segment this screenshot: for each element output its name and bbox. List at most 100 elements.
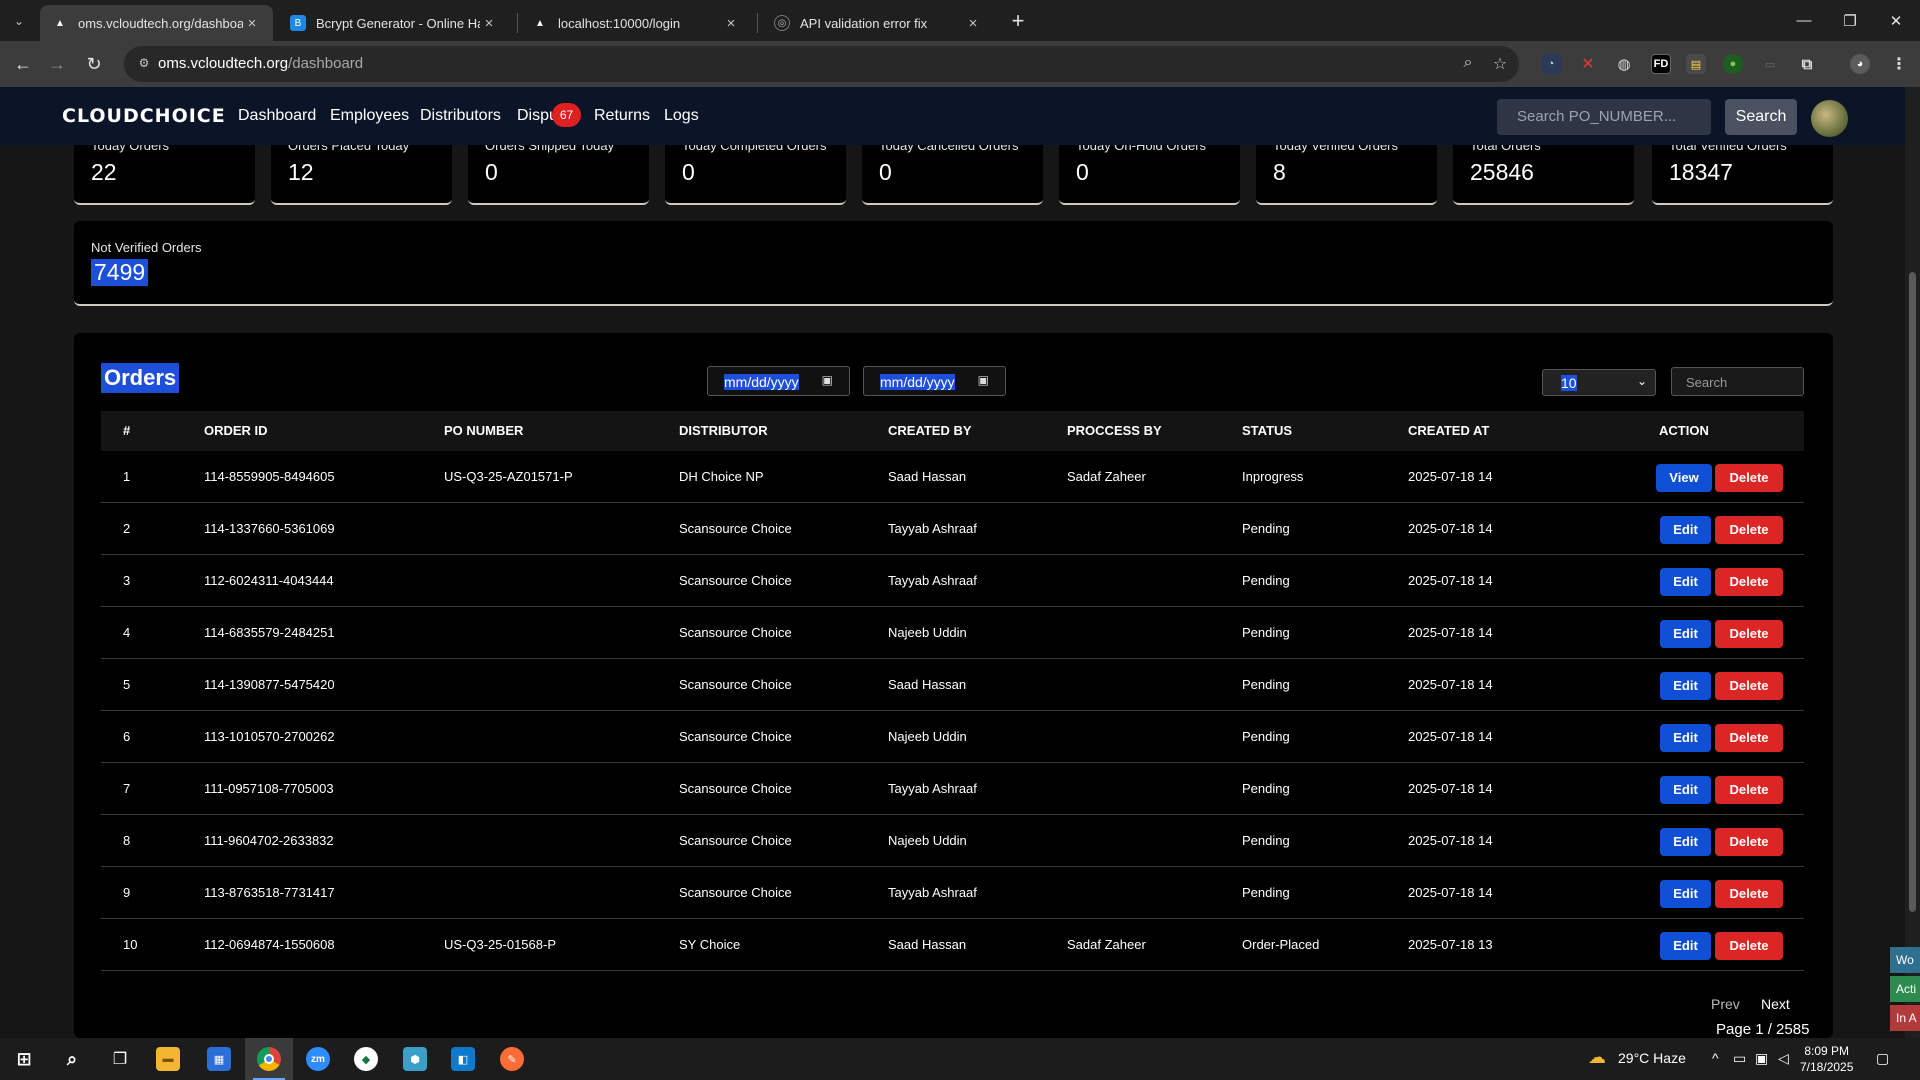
extension-glasses-icon[interactable]: ◔ xyxy=(1541,54,1561,74)
new-tab-plus-icon[interactable]: + xyxy=(1004,8,1032,36)
weather-text[interactable]: 29°C Haze xyxy=(1618,1050,1686,1066)
edit-button[interactable]: Edit xyxy=(1660,828,1711,856)
next-page-button[interactable]: Next xyxy=(1749,990,1802,1019)
tab-search-chevron-icon[interactable]: ⌄ xyxy=(7,9,31,33)
extension-image-icon[interactable]: ▤ xyxy=(1686,54,1706,74)
close-tab-icon[interactable]: × xyxy=(243,15,261,32)
store-icon[interactable]: ▦ xyxy=(195,1038,243,1080)
po-number-search-input[interactable]: Search PO_NUMBER... xyxy=(1497,99,1711,135)
page-scrollbar[interactable] xyxy=(1905,87,1920,1038)
zoom-icon[interactable]: ⌕ xyxy=(1458,54,1478,74)
delete-button[interactable]: Delete xyxy=(1715,724,1783,752)
system-clock[interactable]: 8:09 PM 7/18/2025 xyxy=(1800,1043,1853,1075)
back-arrow-icon[interactable]: ← xyxy=(8,49,38,79)
network-icon[interactable]: ▣ xyxy=(1755,1050,1768,1067)
col-created-at: CREATED AT xyxy=(1408,423,1490,438)
tab-api-validation[interactable]: ◎ API validation error fix × xyxy=(762,5,994,41)
delete-button[interactable]: Delete xyxy=(1715,516,1783,544)
orders-search-input[interactable]: Search xyxy=(1671,367,1804,396)
minimize-icon[interactable]: — xyxy=(1781,0,1827,41)
extension-screen-icon[interactable]: ▭ xyxy=(1760,54,1780,74)
scrollbar-thumb[interactable] xyxy=(1909,272,1916,912)
delete-button[interactable]: Delete xyxy=(1715,776,1783,804)
user-avatar[interactable] xyxy=(1811,100,1848,137)
close-tab-icon[interactable]: × xyxy=(480,15,498,32)
extensions-puzzle-icon[interactable]: ⧉ xyxy=(1797,54,1817,74)
postman-icon[interactable]: ✎ xyxy=(488,1038,536,1080)
tab-bcrypt[interactable]: B Bcrypt Generator - Online Hash × xyxy=(278,5,510,41)
mongodb-compass-icon[interactable]: ◆ xyxy=(342,1038,390,1080)
tray-chevron-up-icon[interactable]: ^ xyxy=(1712,1050,1719,1066)
battery-icon[interactable]: ▭ xyxy=(1733,1050,1746,1067)
nav-returns[interactable]: Returns xyxy=(594,107,650,125)
vscode-icon[interactable]: ◧ xyxy=(439,1038,487,1080)
edit-button[interactable]: Edit xyxy=(1660,932,1711,960)
delete-button[interactable]: Delete xyxy=(1715,672,1783,700)
extension-globe-icon[interactable]: ◍ xyxy=(1614,54,1634,74)
edit-button[interactable]: Edit xyxy=(1660,776,1711,804)
edit-button[interactable]: Edit xyxy=(1660,568,1711,596)
view-button[interactable]: View xyxy=(1656,464,1712,492)
search-icon[interactable]: ⌕ xyxy=(48,1038,96,1080)
delete-button[interactable]: Delete xyxy=(1715,620,1783,648)
side-tab[interactable]: Acti xyxy=(1890,976,1920,1002)
date-from-input[interactable]: mm/dd/yyyy ▣ xyxy=(707,366,850,396)
prev-page-button[interactable]: Prev xyxy=(1699,990,1752,1019)
volume-icon[interactable]: ◁ xyxy=(1778,1050,1789,1067)
tab-localhost[interactable]: ▲ localhost:10000/login × xyxy=(520,5,752,41)
brand-logo[interactable]: CLOUDCHOICE xyxy=(62,105,226,127)
extension-x-icon[interactable]: ✕ xyxy=(1578,54,1598,74)
bcrypt-b-icon: B xyxy=(290,15,306,31)
table-row: 8 111-9604702-2633832 Scansource Choice Naj… xyxy=(101,815,1804,867)
extension-fd-icon[interactable]: FD xyxy=(1651,54,1671,74)
restore-icon[interactable]: ❐ xyxy=(1827,0,1873,41)
close-tab-icon[interactable]: × xyxy=(964,15,982,32)
calendar-icon[interactable]: ▣ xyxy=(822,373,833,387)
chrome-icon[interactable] xyxy=(245,1038,293,1080)
forward-arrow-icon[interactable]: → xyxy=(42,49,72,79)
delete-button[interactable]: Delete xyxy=(1715,828,1783,856)
zoom-app-icon[interactable]: zm xyxy=(294,1038,342,1080)
tab-title: Bcrypt Generator - Online Hash xyxy=(316,15,480,31)
edit-button[interactable]: Edit xyxy=(1660,880,1711,908)
delete-button[interactable]: Delete xyxy=(1715,464,1783,492)
nav-employees[interactable]: Employees xyxy=(330,107,409,125)
edit-button[interactable]: Edit xyxy=(1660,516,1711,544)
cell-process-by: Sadaf Zaheer xyxy=(1067,937,1146,952)
nav-distributors[interactable]: Distributors xyxy=(420,107,501,125)
date-to-input[interactable]: mm/dd/yyyy ▣ xyxy=(863,366,1006,396)
profile-avatar-icon[interactable]: ◕ xyxy=(1850,54,1870,74)
side-tab[interactable]: In A xyxy=(1890,1005,1920,1031)
side-tab[interactable]: Wo xyxy=(1890,947,1920,973)
close-window-icon[interactable]: ✕ xyxy=(1873,0,1919,41)
page-size-select[interactable]: 10 ⌄ xyxy=(1542,369,1656,396)
search-button[interactable]: Search xyxy=(1725,99,1797,135)
delete-button[interactable]: Delete xyxy=(1715,568,1783,596)
task-view-icon[interactable]: ❐ xyxy=(96,1038,144,1080)
browser-menu-icon[interactable]: ⋮ xyxy=(1889,54,1909,74)
bookmark-star-icon[interactable]: ☆ xyxy=(1490,54,1510,74)
site-info-icon[interactable]: ⚙ xyxy=(136,56,152,72)
file-explorer-icon[interactable]: ▬ xyxy=(144,1038,192,1080)
stat-label: Today Cancelled Orders xyxy=(879,145,1019,153)
edit-button[interactable]: Edit xyxy=(1660,724,1711,752)
weather-haze-icon[interactable]: ☁ xyxy=(1588,1047,1606,1068)
address-bar[interactable]: ⚙ oms.vcloudtech.org/dashboard ⌕ ☆ xyxy=(124,46,1519,82)
edit-button[interactable]: Edit xyxy=(1660,672,1711,700)
delete-button[interactable]: Delete xyxy=(1715,880,1783,908)
nav-dashboard[interactable]: Dashboard xyxy=(238,107,316,125)
delete-button[interactable]: Delete xyxy=(1715,932,1783,960)
stat-today-verified-orders: Today Verified Orders 8 xyxy=(1256,145,1437,205)
table-row: 5 114-1390877-5475420 Scansource Choice Saa… xyxy=(101,659,1804,711)
extension-green-icon[interactable]: ● xyxy=(1723,54,1743,74)
tab-dashboard[interactable]: ▲ oms.vcloudtech.org/dashboard × xyxy=(40,5,273,41)
edit-button[interactable]: Edit xyxy=(1660,620,1711,648)
notifications-icon[interactable]: ▢ xyxy=(1876,1050,1889,1067)
dev-tool-icon[interactable]: ⬢ xyxy=(391,1038,439,1080)
cell-po-number: US-Q3-25-01568-P xyxy=(444,937,556,952)
close-tab-icon[interactable]: × xyxy=(722,15,740,32)
nav-logs[interactable]: Logs xyxy=(664,107,699,125)
windows-start-icon[interactable]: ⊞ xyxy=(0,1038,48,1080)
reload-icon[interactable]: ↻ xyxy=(79,49,109,79)
calendar-icon[interactable]: ▣ xyxy=(978,373,989,387)
